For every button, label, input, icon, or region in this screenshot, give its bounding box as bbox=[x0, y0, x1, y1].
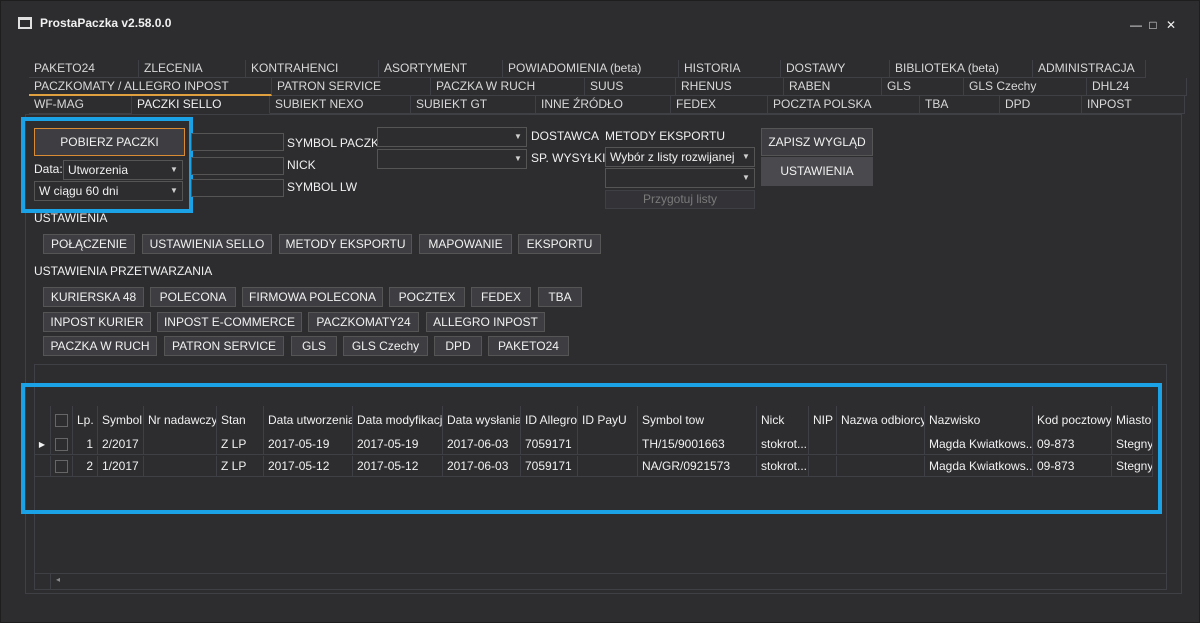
save-view-button[interactable]: ZAPISZ WYGLĄD bbox=[761, 128, 873, 156]
close-icon[interactable]: ✕ bbox=[1161, 15, 1181, 35]
tab-inpost[interactable]: INPOST bbox=[1082, 96, 1185, 114]
chevron-down-icon: ▼ bbox=[742, 173, 750, 182]
tab-administracja[interactable]: ADMINISTRACJA bbox=[1033, 60, 1146, 78]
paczka-w-ruch-button[interactable]: PACZKA W RUCH bbox=[43, 336, 157, 356]
tab-paketo24[interactable]: PAKETO24 bbox=[29, 60, 139, 78]
tab-dpd[interactable]: DPD bbox=[1000, 96, 1082, 114]
chevron-down-icon: ▼ bbox=[514, 132, 522, 141]
dostawca-label: DOSTAWCA bbox=[531, 129, 599, 143]
prepare-lists-button[interactable]: Przygotuj listy bbox=[605, 190, 755, 209]
highlight-grid bbox=[21, 383, 1162, 514]
export-method-select[interactable]: Wybór z listy rozwijanej ▼ bbox=[605, 147, 755, 167]
chevron-down-icon: ▼ bbox=[514, 154, 522, 163]
gls-button[interactable]: GLS bbox=[291, 336, 337, 356]
tab-row-1: PAKETO24 ZLECENIA KONTRAHENCI ASORTYMENT… bbox=[29, 60, 1146, 78]
nick-label: NICK bbox=[287, 158, 316, 172]
tab-biblioteka[interactable]: BIBLIOTEKA (beta) bbox=[890, 60, 1033, 78]
tab-paczki-sello[interactable]: PACZKI SELLO bbox=[132, 96, 270, 114]
tab-subiekt-nexo[interactable]: SUBIEKT NEXO bbox=[270, 96, 411, 114]
export-methods-button[interactable]: METODY EKSPORTU bbox=[279, 234, 412, 254]
tab-rhenus[interactable]: RHENUS bbox=[676, 78, 784, 96]
tab-gls-czechy[interactable]: GLS Czechy bbox=[964, 78, 1087, 96]
inpost-kurier-button[interactable]: INPOST KURIER bbox=[43, 312, 151, 332]
export-list-select[interactable]: ▼ bbox=[605, 168, 755, 188]
tab-historia[interactable]: HISTORIA bbox=[679, 60, 781, 78]
fedex-button[interactable]: FEDEX bbox=[471, 287, 531, 307]
processing-title: USTAWIENIA PRZETWARZANIA bbox=[34, 264, 213, 278]
kurierska-48-button[interactable]: KURIERSKA 48 bbox=[43, 287, 144, 307]
tab-asortyment[interactable]: ASORTYMENT bbox=[379, 60, 503, 78]
paczkomaty24-button[interactable]: PACZKOMATY24 bbox=[308, 312, 419, 332]
tab-dostawy[interactable]: DOSTAWY bbox=[781, 60, 890, 78]
tab-raben[interactable]: RABEN bbox=[784, 78, 882, 96]
tab-dhl24[interactable]: DHL24 bbox=[1087, 78, 1187, 96]
patron-service-button[interactable]: PATRON SERVICE bbox=[164, 336, 284, 356]
connection-button[interactable]: POŁĄCZENIE bbox=[43, 234, 135, 254]
settings-title: USTAWIENIA bbox=[34, 211, 108, 225]
tab-row-2: PACZKOMATY / ALLEGRO INPOST PATRON SERVI… bbox=[29, 78, 1187, 96]
sp-wysylki-label: SP. WYSYŁKI bbox=[531, 151, 606, 165]
tab-wf-mag[interactable]: WF-MAG bbox=[29, 96, 132, 114]
scroll-left-icon[interactable]: ◂ bbox=[56, 575, 60, 584]
tab-poczta-polska[interactable]: POCZTA POLSKA bbox=[768, 96, 920, 114]
dostawca-select[interactable]: ▼ bbox=[377, 127, 527, 147]
inpost-ecommerce-button[interactable]: INPOST E-COMMERCE bbox=[157, 312, 302, 332]
scrollbar-corner bbox=[34, 574, 51, 589]
tab-row-3: WF-MAG PACZKI SELLO SUBIEKT NEXO SUBIEKT… bbox=[29, 96, 1185, 114]
maximize-icon[interactable]: □ bbox=[1143, 15, 1163, 35]
tab-subiekt-gt[interactable]: SUBIEKT GT bbox=[411, 96, 536, 114]
sp-wysylki-select[interactable]: ▼ bbox=[377, 149, 527, 169]
symbol-paczki-label: SYMBOL PACZKI bbox=[287, 136, 383, 150]
pocztex-button[interactable]: POCZTEX bbox=[389, 287, 465, 307]
nick-input[interactable] bbox=[191, 157, 284, 175]
symbol-paczki-input[interactable] bbox=[191, 133, 284, 151]
tab-suus[interactable]: SUUS bbox=[585, 78, 676, 96]
mapping-button[interactable]: MAPOWANIE bbox=[419, 234, 512, 254]
tab-powiadomienia[interactable]: POWIADOMIENIA (beta) bbox=[503, 60, 679, 78]
tab-gls[interactable]: GLS bbox=[882, 78, 964, 96]
app-window-icon bbox=[18, 17, 32, 29]
paketo24-button[interactable]: PAKETO24 bbox=[488, 336, 569, 356]
symbol-lw-input[interactable] bbox=[191, 179, 284, 197]
tab-paczkomaty-allegro[interactable]: PACZKOMATY / ALLEGRO INPOST bbox=[29, 78, 272, 96]
tab-kontrahenci[interactable]: KONTRAHENCI bbox=[246, 60, 379, 78]
highlight-fetch-group bbox=[21, 117, 193, 213]
main-window: ProstaPaczka v2.58.0.0 — □ ✕ PAKETO24 ZL… bbox=[0, 0, 1200, 623]
tba-button[interactable]: TBA bbox=[538, 287, 582, 307]
settings-button[interactable]: USTAWIENIA bbox=[761, 157, 873, 186]
gls-czechy-button[interactable]: GLS Czechy bbox=[343, 336, 428, 356]
symbol-lw-label: SYMBOL LW bbox=[287, 180, 358, 194]
chevron-down-icon: ▼ bbox=[742, 152, 750, 161]
tab-zlecenia[interactable]: ZLECENIA bbox=[139, 60, 246, 78]
tab-fedex[interactable]: FEDEX bbox=[671, 96, 768, 114]
allegro-inpost-button[interactable]: ALLEGRO INPOST bbox=[426, 312, 545, 332]
horizontal-scrollbar[interactable]: ◂ bbox=[34, 573, 1167, 589]
title-bar: ProstaPaczka v2.58.0.0 — □ ✕ bbox=[1, 1, 1199, 49]
export-method-value: Wybór z listy rozwijanej bbox=[610, 150, 735, 164]
export-methods-label: METODY EKSPORTU bbox=[605, 129, 726, 143]
tab-patron-service[interactable]: PATRON SERVICE bbox=[272, 78, 431, 96]
tab-paczka-w-ruch[interactable]: PACZKA W RUCH bbox=[431, 78, 585, 96]
export-button[interactable]: EKSPORTU bbox=[518, 234, 601, 254]
tab-tba[interactable]: TBA bbox=[920, 96, 1000, 114]
firmowa-polecona-button[interactable]: FIRMOWA POLECONA bbox=[242, 287, 383, 307]
polecona-button[interactable]: POLECONA bbox=[150, 287, 236, 307]
dpd-button[interactable]: DPD bbox=[434, 336, 482, 356]
window-title: ProstaPaczka v2.58.0.0 bbox=[40, 16, 172, 30]
sello-settings-button[interactable]: USTAWIENIA SELLO bbox=[142, 234, 272, 254]
tab-inne-zrodlo[interactable]: INNE ŹRÓDŁO bbox=[536, 96, 671, 114]
